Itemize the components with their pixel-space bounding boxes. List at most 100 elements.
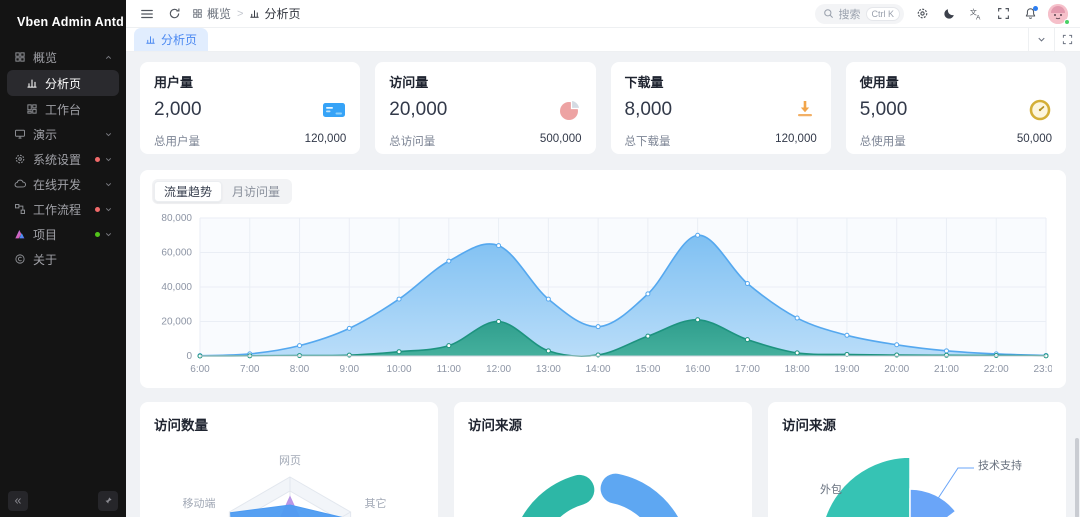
sidebar-item-overview[interactable]: 概览 <box>7 45 119 69</box>
workflow-icon <box>13 203 26 216</box>
language-translate-icon[interactable]: 文A <box>967 5 985 23</box>
svg-text:技术支持: 技术支持 <box>978 458 1022 472</box>
svg-text:19:00: 19:00 <box>834 364 859 375</box>
sidebar-item-label: 分析页 <box>45 76 82 91</box>
search-input[interactable]: 搜索 Ctrl K <box>814 3 904 24</box>
bar-chart-icon <box>25 77 38 90</box>
breadcrumb-item-overview[interactable]: 概览 <box>192 5 231 22</box>
gear-icon <box>13 153 26 166</box>
svg-text:11:00: 11:00 <box>437 364 462 375</box>
grid-icon <box>13 51 26 64</box>
stat-footer-label: 总下载量 <box>624 136 671 148</box>
sidebar-item-analysis[interactable]: 分析页 <box>7 70 119 96</box>
trend-tab-switcher: 流量趋势 月访问量 <box>152 179 293 204</box>
stat-footer-value: 50,000 <box>1016 133 1052 145</box>
search-icon <box>823 9 833 18</box>
bar-chart-icon <box>250 10 260 18</box>
svg-text:60,000: 60,000 <box>161 248 192 259</box>
sidebar-item-about[interactable]: 关于 <box>7 247 119 271</box>
tab-list-chevron-down-icon[interactable] <box>1028 28 1054 51</box>
stat-footer-value: 120,000 <box>775 133 817 145</box>
sidebar-item-label: 项目 <box>33 227 58 242</box>
svg-text:14:00: 14:00 <box>586 364 611 375</box>
visit-count-card: 访问数量 网页 其它 移动端 <box>140 402 438 517</box>
chevron-down-icon <box>104 205 113 214</box>
svg-text:15:00: 15:00 <box>635 364 660 375</box>
refresh-icon[interactable] <box>165 5 183 23</box>
app-logo[interactable]: Vben Admin Antd <box>0 0 126 44</box>
traffic-trend-area-chart[interactable]: 0 20,000 40,000 60,000 80,000 6:00 7:00 8:00 9:0… <box>152 208 1052 380</box>
sidebar-item-online-dev[interactable]: 在线开发 <box>7 172 119 196</box>
settings-gear-icon[interactable] <box>913 5 931 23</box>
svg-text:80,000: 80,000 <box>161 213 192 224</box>
app-root: Vben Admin Antd 概览 分析页 工作台 演示 系统设置 在线开发 … <box>0 0 1080 517</box>
maximize-content-icon[interactable] <box>1054 28 1080 51</box>
visit-source-donut-chart[interactable] <box>468 438 738 517</box>
svg-text:20,000: 20,000 <box>161 317 192 328</box>
visit-count-radar-chart[interactable]: 网页其它 移动端 <box>154 438 424 517</box>
gauge-icon <box>1029 99 1051 121</box>
pin-sidebar-button[interactable] <box>98 491 118 511</box>
stat-footer-value: 120,000 <box>304 133 347 145</box>
tab-analysis[interactable]: 分析页 <box>134 28 209 51</box>
fullscreen-icon[interactable] <box>994 5 1012 23</box>
stat-footer-label: 总访问量 <box>389 136 436 148</box>
svg-text:18:00: 18:00 <box>785 364 810 375</box>
svg-text:外包: 外包 <box>820 483 842 496</box>
stat-card-value: 8,000 <box>624 99 673 120</box>
svg-text:40,000: 40,000 <box>161 282 192 293</box>
svg-text:9:00: 9:00 <box>340 364 360 375</box>
page-scrollbar[interactable] <box>1075 438 1079 517</box>
dark-mode-moon-icon[interactable] <box>940 5 958 23</box>
sidebar-item-project[interactable]: 项目 <box>7 222 119 246</box>
svg-text:23:00: 23:00 <box>1033 364 1052 375</box>
stat-card-title: 访问量 <box>389 75 429 90</box>
card-title: 访问数量 <box>154 418 208 433</box>
red-badge-dot <box>95 206 100 212</box>
bottom-cards-row: 访问数量 网页 其它 移动端 访问来源 访问来源 技术支持 外包 <box>140 402 1066 517</box>
stat-card-title: 用户量 <box>154 75 194 90</box>
hamburger-menu-icon[interactable] <box>138 5 156 23</box>
page-tabbar: 分析页 <box>126 28 1080 52</box>
green-badge-dot <box>95 231 100 237</box>
card-title: 访问来源 <box>782 418 836 433</box>
svg-text:移动端: 移动端 <box>183 497 216 510</box>
sidebar-item-workbench[interactable]: 工作台 <box>7 97 119 121</box>
user-avatar[interactable] <box>1048 3 1070 25</box>
stat-card-title: 使用量 <box>859 75 899 90</box>
sidebar-submenu-overview: 分析页 工作台 <box>5 70 121 121</box>
sidebar-item-demo[interactable]: 演示 <box>7 122 119 146</box>
svg-text:17:00: 17:00 <box>735 364 760 375</box>
breadcrumb: 概览 > 分析页 <box>192 5 300 22</box>
svg-text:10:00: 10:00 <box>387 364 412 375</box>
svg-text:20:00: 20:00 <box>884 364 909 375</box>
grid-icon <box>193 9 202 18</box>
sidebar-item-label: 演示 <box>33 127 58 142</box>
stat-footer-label: 总使用量 <box>859 136 906 148</box>
sidebar: Vben Admin Antd 概览 分析页 工作台 演示 系统设置 在线开发 … <box>0 0 126 517</box>
svg-text:22:00: 22:00 <box>984 364 1009 375</box>
breadcrumb-separator: > <box>237 7 244 20</box>
svg-text:6:00: 6:00 <box>190 364 210 375</box>
breadcrumb-item-analysis[interactable]: 分析页 <box>249 5 300 22</box>
svg-text:其它: 其它 <box>364 496 386 510</box>
notification-bell-icon[interactable] <box>1021 5 1039 23</box>
stat-footer-label: 总用户量 <box>154 136 200 148</box>
page-content: 用户量 2,000 总用户量 120,000 访问量 20,000 总访问量 5… <box>126 52 1080 517</box>
sidebar-item-system-settings[interactable]: 系统设置 <box>7 147 119 171</box>
tab-traffic-trend[interactable]: 流量趋势 <box>154 181 223 202</box>
pin-icon <box>104 497 112 505</box>
main-column: 概览 > 分析页 搜索 Ctrl K 文A 分析页 用户量 2,000 总用户量… <box>126 0 1080 517</box>
collapse-sidebar-button[interactable] <box>8 491 28 511</box>
sidebar-item-workflow[interactable]: 工作流程 <box>7 197 119 221</box>
stat-card-value: 20,000 <box>389 99 448 120</box>
notification-badge <box>1033 5 1038 11</box>
pie-icon <box>559 99 580 120</box>
tab-monthly-visits[interactable]: 月访问量 <box>222 181 290 202</box>
red-badge-dot <box>95 156 100 162</box>
stat-cards-row: 用户量 2,000 总用户量 120,000 访问量 20,000 总访问量 5… <box>140 62 1066 154</box>
app-title: Vben Admin Antd <box>17 15 124 29</box>
visit-source-rose-pie-chart[interactable]: 技术支持外包 <box>782 438 1052 517</box>
sidebar-item-label: 工作流程 <box>33 202 82 217</box>
svg-text:16:00: 16:00 <box>685 364 710 375</box>
